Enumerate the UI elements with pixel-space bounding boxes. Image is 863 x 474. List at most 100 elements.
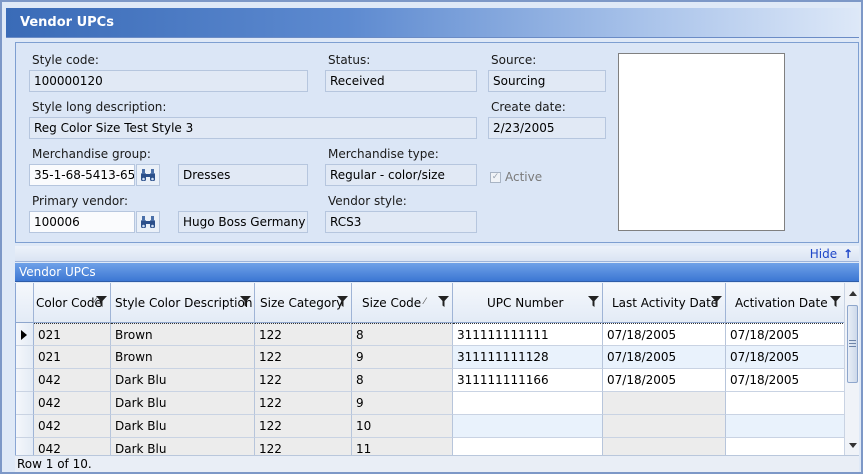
cell-style-color-description[interactable]: Dark Blu xyxy=(111,369,255,392)
cell-style-color-description[interactable]: Brown xyxy=(111,323,255,346)
cell-upc-number[interactable]: 311111111111 xyxy=(453,323,603,346)
cell-size-category[interactable]: 122 xyxy=(255,323,352,346)
cell-color-code[interactable]: 021 xyxy=(34,346,111,369)
hide-link[interactable]: Hide ↑ xyxy=(810,247,853,261)
title-bar: Vendor UPCs xyxy=(6,8,859,38)
cell-color-code[interactable]: 042 xyxy=(34,392,111,415)
primary-vendor-label: Primary vendor: xyxy=(32,194,128,208)
cell-last-activity-date[interactable]: 07/18/2005 xyxy=(603,369,726,392)
filter-icon[interactable] xyxy=(438,296,449,307)
cell-style-color-description[interactable]: Dark Blu xyxy=(111,438,255,455)
vendor-style-label: Vendor style: xyxy=(328,194,407,208)
column-header-size-category[interactable]: Size Category xyxy=(255,283,352,323)
table-row[interactable]: 042 Dark Blu 122 10 xyxy=(16,415,844,438)
cell-color-code[interactable]: 042 xyxy=(34,415,111,438)
grip-icon xyxy=(849,340,856,347)
primary-vendor-lookup-button[interactable] xyxy=(136,211,160,233)
cell-size-category[interactable]: 122 xyxy=(255,369,352,392)
cell-last-activity-date[interactable] xyxy=(603,415,726,438)
cell-last-activity-date[interactable] xyxy=(603,392,726,415)
cell-activation-date[interactable]: 07/18/2005 xyxy=(726,346,844,369)
cell-activation-date[interactable] xyxy=(726,415,844,438)
filter-icon[interactable] xyxy=(337,296,348,307)
cell-last-activity-date[interactable]: 07/18/2005 xyxy=(603,346,726,369)
create-date-field[interactable]: 2/23/2005 xyxy=(488,117,606,139)
cell-size-code[interactable]: 9 xyxy=(352,346,453,369)
filter-icon[interactable] xyxy=(711,296,722,307)
cell-size-category[interactable]: 122 xyxy=(255,392,352,415)
table-row[interactable]: 042 Dark Blu 122 8 311111111166 07/18/20… xyxy=(16,369,844,392)
active-checkbox[interactable]: ✓ Active xyxy=(490,170,542,184)
merchandise-type-field[interactable]: Regular - color/size xyxy=(325,164,477,186)
row-selector[interactable] xyxy=(16,323,34,346)
cell-color-code[interactable]: 042 xyxy=(34,438,111,455)
style-long-description-field[interactable]: Reg Color Size Test Style 3 xyxy=(29,117,477,139)
cell-size-code[interactable]: 8 xyxy=(352,369,453,392)
table-row[interactable]: 021 Brown 122 9 311111111128 07/18/2005 … xyxy=(16,346,844,369)
cell-upc-number[interactable] xyxy=(453,438,603,455)
cell-size-code[interactable]: 10 xyxy=(352,415,453,438)
filter-icon[interactable] xyxy=(96,296,107,307)
cell-activation-date[interactable]: 07/18/2005 xyxy=(726,323,844,346)
cell-activation-date[interactable]: 07/18/2005 xyxy=(726,369,844,392)
column-header-color-code[interactable]: Color Code ⁄ xyxy=(34,283,111,323)
table-row[interactable]: 042 Dark Blu 122 11 xyxy=(16,438,844,455)
cell-style-color-description[interactable]: Dark Blu xyxy=(111,415,255,438)
binoculars-icon xyxy=(141,169,155,181)
cell-last-activity-date[interactable] xyxy=(603,438,726,455)
table-row[interactable]: 021 Brown 122 8 311111111111 07/18/2005 … xyxy=(16,323,844,346)
row-selector[interactable] xyxy=(16,415,34,438)
scroll-thumb[interactable] xyxy=(847,305,858,383)
cell-color-code[interactable]: 042 xyxy=(34,369,111,392)
style-image-box xyxy=(618,53,785,231)
cell-last-activity-date[interactable]: 07/18/2005 xyxy=(603,323,726,346)
filter-icon[interactable] xyxy=(240,296,251,307)
merchandise-group-field[interactable]: 35-1-68-5413-65 xyxy=(29,164,135,186)
column-header-size-code[interactable]: Size Code ⁄ xyxy=(352,283,453,323)
column-header-activation-date[interactable]: Activation Date xyxy=(726,283,844,323)
cell-size-code[interactable]: 9 xyxy=(352,392,453,415)
column-header-label: UPC Number xyxy=(487,296,564,310)
row-selector[interactable] xyxy=(16,392,34,415)
column-header-style-color-description[interactable]: Style Color Description xyxy=(111,283,255,323)
cell-size-code[interactable]: 11 xyxy=(352,438,453,455)
cell-upc-number[interactable] xyxy=(453,415,603,438)
grid-vertical-scrollbar[interactable] xyxy=(844,283,859,455)
cell-style-color-description[interactable]: Dark Blu xyxy=(111,392,255,415)
cell-activation-date[interactable] xyxy=(726,392,844,415)
cell-size-category[interactable]: 122 xyxy=(255,346,352,369)
source-field[interactable]: Sourcing xyxy=(488,70,606,92)
window-title: Vendor UPCs xyxy=(20,15,114,30)
filter-icon[interactable] xyxy=(830,296,841,307)
vendor-style-field[interactable]: RCS3 xyxy=(325,211,477,233)
merchandise-group-lookup-button[interactable] xyxy=(136,164,160,186)
cell-size-category[interactable]: 122 xyxy=(255,415,352,438)
table-row[interactable]: 042 Dark Blu 122 9 xyxy=(16,392,844,415)
cell-size-code[interactable]: 8 xyxy=(352,323,453,346)
cell-upc-number[interactable]: 311111111166 xyxy=(453,369,603,392)
row-selector[interactable] xyxy=(16,369,34,392)
create-date-label: Create date: xyxy=(491,100,566,114)
status-field[interactable]: Received xyxy=(325,70,477,92)
filter-icon[interactable] xyxy=(588,296,599,307)
binoculars-icon xyxy=(141,216,155,228)
cell-color-code[interactable]: 021 xyxy=(34,323,111,346)
scroll-up-button[interactable] xyxy=(845,285,860,301)
column-header-last-activity-date[interactable]: Last Activity Date xyxy=(603,283,726,323)
column-header-upc-number[interactable]: UPC Number xyxy=(453,283,603,323)
row-selector[interactable] xyxy=(16,346,34,369)
scroll-down-button[interactable] xyxy=(845,437,860,453)
cell-upc-number[interactable] xyxy=(453,392,603,415)
cell-activation-date[interactable] xyxy=(726,438,844,455)
cell-size-category[interactable]: 122 xyxy=(255,438,352,455)
cell-upc-number[interactable]: 311111111128 xyxy=(453,346,603,369)
grid-title-bar: Vendor UPCs xyxy=(15,263,859,282)
grid-status-bar: Row 1 of 10. xyxy=(15,455,859,472)
cell-style-color-description[interactable]: Brown xyxy=(111,346,255,369)
primary-vendor-description: Hugo Boss Germany xyxy=(178,211,308,233)
style-code-field[interactable]: 100000120 xyxy=(29,70,308,92)
row-selector[interactable] xyxy=(16,438,34,455)
primary-vendor-field[interactable]: 100006 xyxy=(29,211,135,233)
merchandise-type-label: Merchandise type: xyxy=(328,147,439,161)
source-label: Source: xyxy=(491,53,537,67)
